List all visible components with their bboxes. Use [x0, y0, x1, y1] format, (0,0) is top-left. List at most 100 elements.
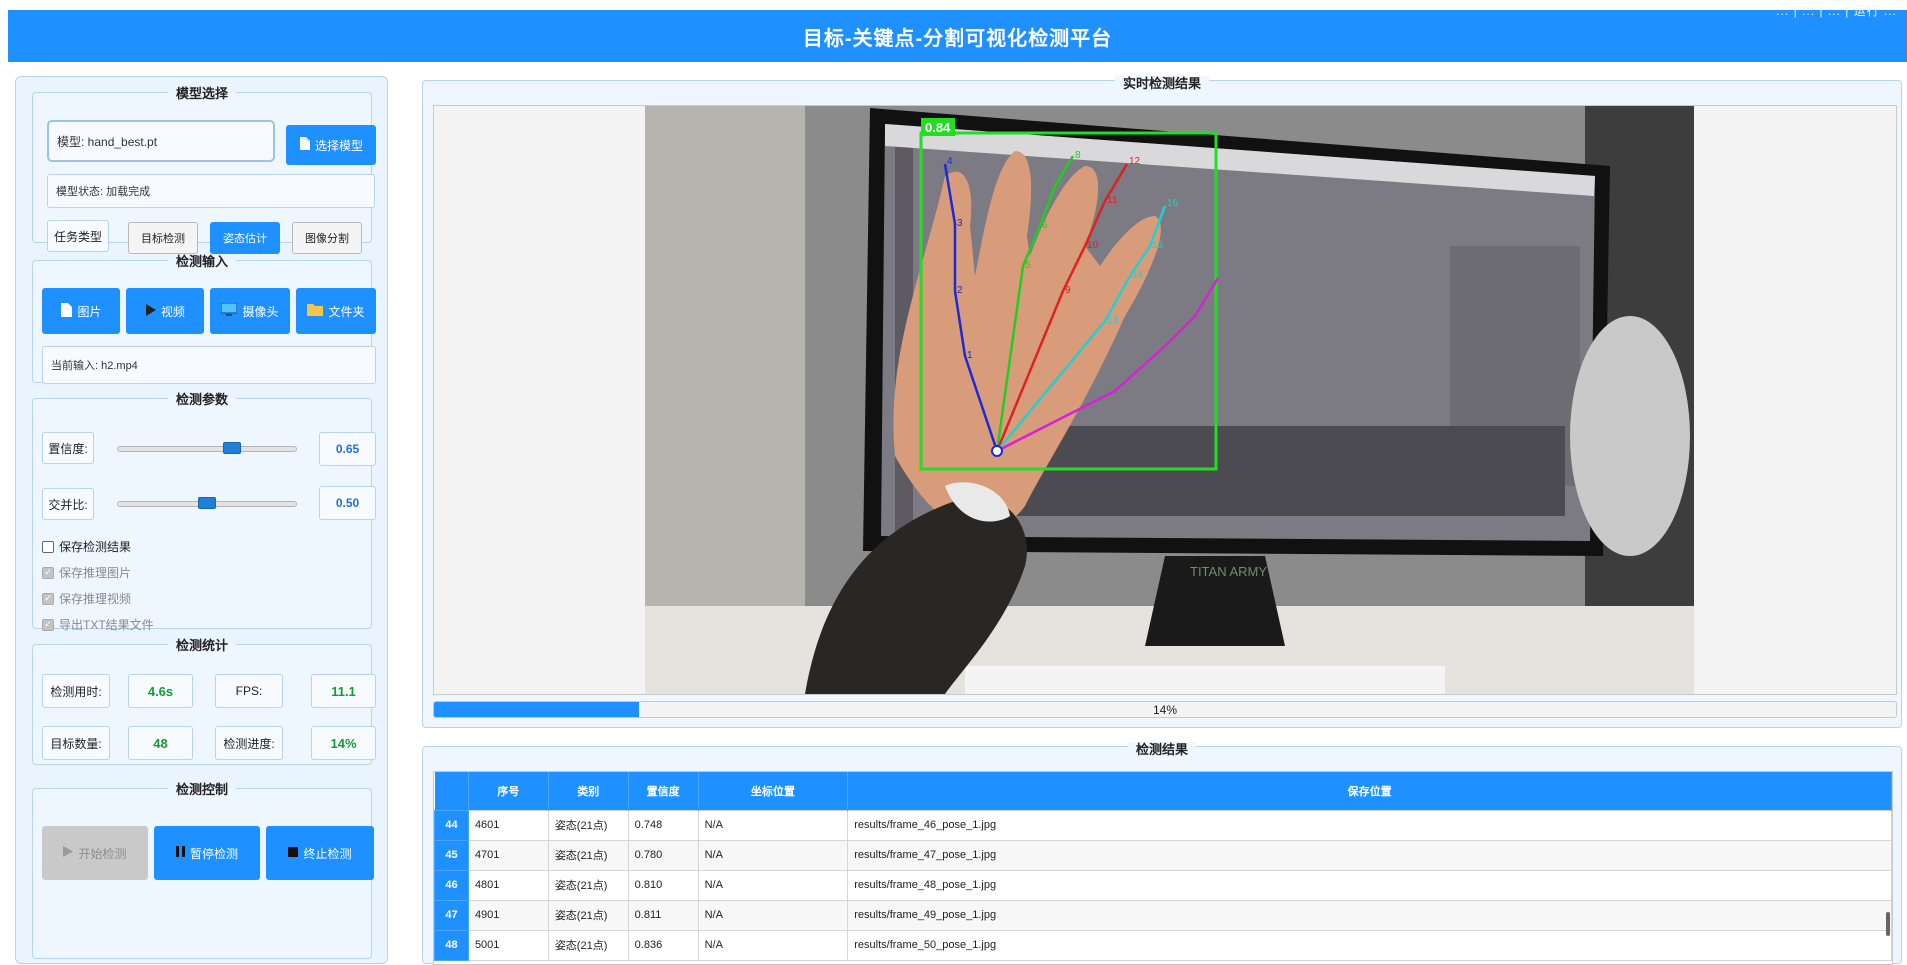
header-class[interactable]: 类别 — [548, 772, 629, 810]
row-number: 48 — [434, 929, 469, 961]
checkbox-box[interactable]: ✓ — [42, 566, 54, 579]
monitor-icon — [220, 302, 238, 320]
camera-input-button[interactable]: 摄像头 — [210, 288, 290, 334]
checkbox-box[interactable]: ✓ — [42, 592, 54, 605]
detect-progress-bar: 14% — [433, 701, 1897, 718]
header-coord[interactable]: 坐标位置 — [698, 772, 849, 810]
kp-label-16: 16 — [1167, 198, 1179, 209]
kp-label-2: 2 — [957, 285, 963, 296]
task-pose-button[interactable]: 姿态估计 — [210, 222, 280, 254]
progress-label: 检测进度: — [215, 726, 283, 760]
video-input-button[interactable]: 视频 — [126, 288, 204, 334]
pause-detect-label: 暂停检测 — [189, 846, 238, 861]
save-video-checkbox[interactable]: ✓ 保存推理视频 — [42, 590, 131, 607]
video-frame: TITAN ARMY 0.84 1 2 3 4 5 6 7 8 9 10 11 … — [645, 106, 1694, 694]
time-label: 检测用时: — [42, 674, 110, 708]
kp-label-8: 8 — [1075, 150, 1081, 161]
box-confidence: 0.84 — [925, 120, 951, 135]
table-header-row: 序号 类别 置信度 坐标位置 保存位置 — [434, 772, 1892, 810]
table-row[interactable]: 47 4901 姿态(21点) 0.811 N/A results/frame_49_po… — [434, 899, 1892, 931]
results-panel: 检测结果 序号 类别 置信度 坐标位置 保存位置 44 4601 姿态(21点) 0.… — [422, 742, 1902, 965]
kp-label-14: 14 — [1132, 270, 1144, 281]
realtime-panel: 实时检测结果 TITAN ARMY 0.84 1 2 3 4 5 6 7 8 9… — [422, 76, 1902, 728]
header-path[interactable]: 保存位置 — [847, 772, 1892, 810]
confidence-label: 置信度: — [42, 432, 94, 464]
table-row[interactable]: 45 4701 姿态(21点) 0.780 N/A results/frame_47_po… — [434, 839, 1892, 871]
model-select-group: 模型选择 模型: hand_best.pt 选择模型 模型状态: 加载完成 任务… — [32, 83, 376, 254]
app-header: 目标-关键点-分割可视化检测平台 ... | ... | ... | 运行 ..… — [8, 4, 1907, 62]
file-icon — [299, 137, 310, 153]
row-number: 45 — [434, 839, 469, 871]
detect-input-legend: 检测输入 — [175, 254, 228, 269]
cell-id: 5001 — [467, 929, 549, 961]
confidence-value[interactable]: 0.65 — [319, 432, 376, 466]
export-txt-checkbox[interactable]: ✓ 导出TXT结果文件 — [42, 616, 154, 633]
play-icon — [63, 846, 74, 860]
table-row[interactable]: 48 5001 姿态(21点) 0.836 N/A results/frame_50_po… — [434, 929, 1892, 961]
cell-coord: N/A — [697, 869, 849, 901]
header-confidence[interactable]: 置信度 — [628, 772, 699, 810]
model-status-field: 模型状态: 加载完成 — [47, 174, 375, 208]
kp-label-7: 7 — [1057, 180, 1063, 191]
iou-value[interactable]: 0.50 — [319, 486, 376, 520]
export-txt-label: 导出TXT结果文件 — [59, 618, 154, 632]
cell-coord: N/A — [697, 929, 849, 961]
confidence-slider-thumb[interactable] — [223, 442, 241, 454]
image-input-button[interactable]: 图片 — [42, 288, 120, 334]
cell-path: results/frame_48_pose_1.jpg — [847, 869, 1892, 901]
kp-label-10: 10 — [1087, 240, 1099, 251]
cell-class: 姿态(21点) — [547, 839, 629, 871]
cell-class: 姿态(21点) — [547, 809, 629, 841]
confidence-slider[interactable] — [117, 442, 297, 454]
table-row[interactable]: 46 4801 姿态(21点) 0.810 N/A results/frame_48_po… — [434, 869, 1892, 901]
camera-scene: TITAN ARMY 0.84 1 2 3 4 5 6 7 8 9 10 11 … — [645, 106, 1694, 694]
cell-confidence: 0.810 — [627, 869, 699, 901]
iou-slider[interactable] — [117, 497, 297, 509]
model-name-field: 模型: hand_best.pt — [47, 120, 275, 162]
kp-label-4: 4 — [947, 156, 953, 167]
control-panel: 模型选择 模型: hand_best.pt 选择模型 模型状态: 加载完成 任务… — [15, 76, 388, 964]
folder-input-label: 文件夹 — [328, 304, 365, 319]
results-table-wrap: 序号 类别 置信度 坐标位置 保存位置 44 4601 姿态(21点) 0.748 N/… — [433, 771, 1893, 965]
checkbox-box[interactable] — [42, 540, 54, 553]
save-image-label: 保存推理图片 — [59, 566, 132, 580]
cell-path: results/frame_50_pose_1.jpg — [847, 929, 1892, 961]
detect-input-group: 检测输入 图片 视频 摄像头 文件夹 当前输入: h2.mp4 — [32, 251, 376, 384]
kp-label-6: 6 — [1042, 220, 1048, 231]
fps-label: FPS: — [215, 674, 283, 708]
select-model-button[interactable]: 选择模型 — [286, 125, 376, 165]
play-icon — [145, 303, 156, 319]
kp-label-11: 11 — [1107, 195, 1118, 206]
count-label: 目标数量: — [42, 726, 110, 760]
system-status: ... | ... | ... | 运行 ... — [1776, 4, 1897, 18]
iou-label: 交并比: — [42, 488, 94, 520]
video-viewport: TITAN ARMY 0.84 1 2 3 4 5 6 7 8 9 10 11 … — [433, 105, 1897, 695]
cell-confidence: 0.748 — [627, 809, 699, 841]
kp-label-5: 5 — [1025, 260, 1031, 271]
task-type-label: 任务类型 — [47, 220, 109, 252]
save-image-checkbox[interactable]: ✓ 保存推理图片 — [42, 564, 131, 581]
realtime-title-wrap: 实时检测结果 — [423, 73, 1901, 92]
start-detect-button[interactable]: 开始检测 — [42, 826, 148, 880]
checkbox-box[interactable]: ✓ — [42, 618, 54, 631]
table-row[interactable]: 44 4601 姿态(21点) 0.748 N/A results/frame_46_po… — [434, 809, 1892, 841]
file-icon — [60, 302, 73, 320]
stop-detect-button[interactable]: 终止检测 — [266, 826, 374, 880]
cell-id: 4801 — [467, 869, 549, 901]
folder-input-button[interactable]: 文件夹 — [296, 288, 376, 334]
detect-control-legend: 检测控制 — [175, 782, 228, 797]
kp-label-1: 1 — [967, 350, 973, 361]
cell-path: results/frame_49_pose_1.jpg — [847, 899, 1892, 931]
cell-id: 4601 — [467, 809, 549, 841]
header-id[interactable]: 序号 — [468, 772, 549, 810]
iou-slider-thumb[interactable] — [198, 497, 216, 509]
detect-stats-legend: 检测统计 — [175, 638, 228, 653]
pause-detect-button[interactable]: 暂停检测 — [154, 826, 260, 880]
task-detect-button[interactable]: 目标检测 — [128, 222, 198, 254]
results-title-wrap: 检测结果 — [423, 739, 1901, 758]
table-scrollbar[interactable] — [1886, 912, 1890, 936]
folder-icon — [307, 303, 324, 319]
cell-path: results/frame_47_pose_1.jpg — [847, 839, 1892, 871]
task-segment-button[interactable]: 图像分割 — [292, 222, 362, 254]
save-results-checkbox[interactable]: 保存检测结果 — [42, 538, 131, 555]
